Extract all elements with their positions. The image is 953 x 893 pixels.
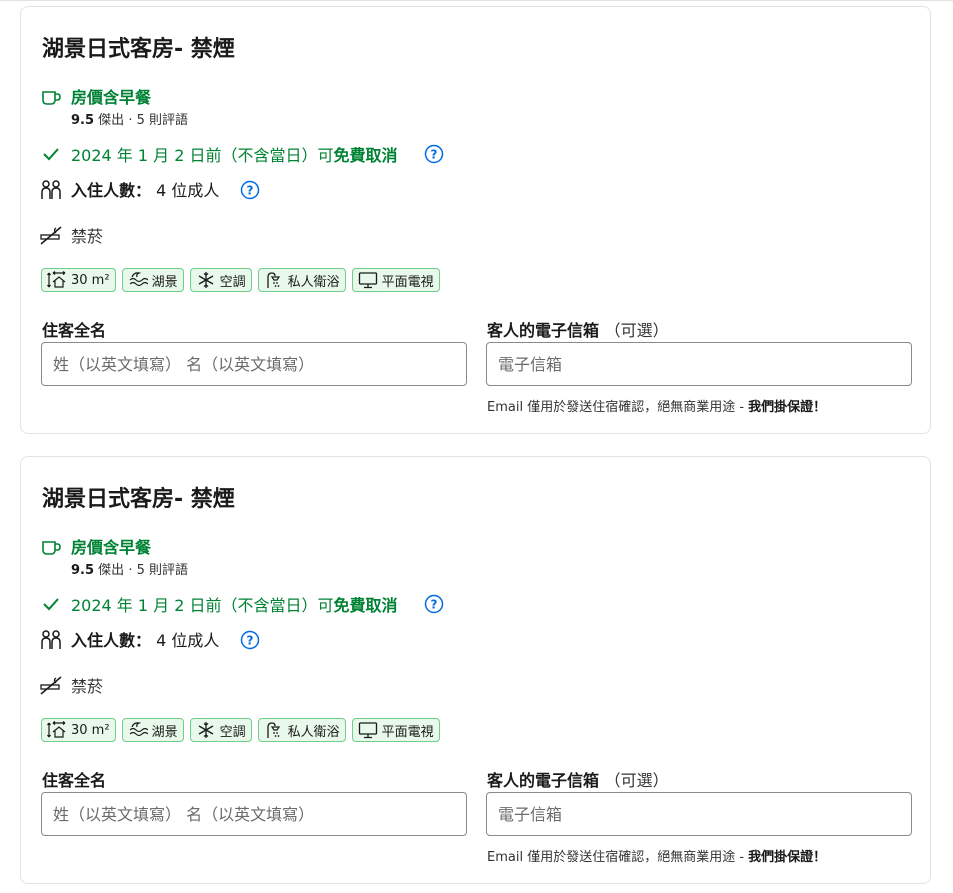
amenity-label: 湖景 (151, 724, 178, 740)
email-label-text: 客人的電子信箱 (487, 771, 600, 790)
cancel-date-text: 2024 年 1 月 2 日前（不含當日）可 (71, 596, 334, 615)
cancel-date-text: 2024 年 1 月 2 日前（不含當日）可 (71, 146, 334, 165)
amenity-label: 空調 (219, 274, 246, 290)
amenities-list: 30 m² 湖景 空調 私人衛浴 平面電視 (41, 268, 440, 294)
lake-view-icon (129, 272, 148, 287)
guest-email-input[interactable] (486, 342, 912, 386)
guest-name-label: 住客全名 (42, 771, 107, 790)
rating-separator: · (128, 113, 133, 128)
amenity-label: 平面電視 (381, 274, 434, 290)
free-cancel-text: 免費取消 (333, 146, 398, 165)
breakfast-label: 房價含早餐 (71, 538, 152, 557)
top-divider (0, 0, 953, 1)
people-icon (41, 630, 61, 649)
rating-word: 傑出 (98, 563, 125, 578)
free-cancel-text: 免費取消 (333, 596, 398, 615)
cancellation-policy: 2024 年 1 月 2 日前（不含當日）可免費取消 (71, 592, 398, 616)
coffee-cup-icon (42, 541, 61, 555)
rating-separator: · (128, 563, 133, 578)
email-note: Email 僅用於發送住宿確認，絕無商業用途 - 我們掛保證！ (487, 396, 826, 415)
snowflake-icon (198, 272, 213, 288)
review-count: 5 則評語 (136, 113, 189, 128)
amenity-label: 私人衛浴 (287, 274, 340, 290)
amenity-tag: 私人衛浴 (257, 718, 346, 742)
rating-word: 傑出 (98, 113, 125, 128)
room-size-icon (47, 271, 66, 288)
no-smoking-icon (40, 226, 62, 245)
room-title: 湖景日式客房- 禁煙 (42, 37, 235, 62)
amenity-tag: 平面電視 (351, 718, 440, 742)
coffee-cup-icon (42, 91, 61, 105)
occupancy-label: 入住人數： (71, 631, 152, 650)
amenity-tag: 空調 (189, 268, 252, 292)
occupancy: 入住人數： 4 位成人 (71, 177, 219, 201)
email-note-guarantee: 我們掛保證！ (748, 400, 827, 415)
shower-icon (266, 722, 280, 738)
amenity-label: 平面電視 (381, 724, 434, 740)
email-note-text: Email 僅用於發送住宿確認，絕無商業用途 - (487, 400, 749, 415)
occupancy: 入住人數： 4 位成人 (71, 627, 219, 651)
amenity-label: 30 m² (71, 272, 110, 288)
amenity-label: 湖景 (151, 274, 178, 290)
smoking-policy: 禁菸 (71, 677, 104, 696)
email-note-text: Email 僅用於發送住宿確認，絕無商業用途 - (487, 850, 749, 865)
question-circle-icon[interactable]: ? (240, 180, 260, 200)
amenity-tag: 湖景 (121, 268, 184, 292)
email-optional-text: （可選） (604, 321, 669, 340)
guest-name-label: 住客全名 (42, 321, 107, 340)
amenity-tag: 空調 (189, 718, 252, 742)
amenity-tag: 30 m² (41, 718, 116, 742)
email-label-text: 客人的電子信箱 (487, 321, 600, 340)
email-optional-text: （可選） (604, 771, 669, 790)
no-smoking-icon (40, 676, 62, 695)
checkmark-icon (43, 148, 59, 161)
amenity-label: 30 m² (71, 722, 110, 738)
svg-text:?: ? (431, 598, 438, 612)
room-card: 湖景日式客房- 禁煙 房價含早餐 9.5 傑出 · 5 則評語 2024 年 1… (20, 456, 931, 884)
amenities-list: 30 m² 湖景 空調 私人衛浴 平面電視 (41, 718, 440, 744)
question-circle-icon[interactable]: ? (424, 144, 444, 164)
cancellation-policy: 2024 年 1 月 2 日前（不含當日）可免費取消 (71, 142, 398, 166)
svg-text:?: ? (247, 184, 254, 198)
question-circle-icon[interactable]: ? (424, 594, 444, 614)
rating-score: 9.5 (71, 563, 95, 578)
room-card: 湖景日式客房- 禁煙 房價含早餐 9.5 傑出 · 5 則評語 2024 年 1… (20, 6, 931, 434)
rating-line: 9.5 傑出 · 5 則評語 (71, 109, 188, 128)
shower-icon (266, 272, 280, 288)
email-note: Email 僅用於發送住宿確認，絕無商業用途 - 我們掛保證！ (487, 846, 826, 865)
amenity-label: 私人衛浴 (287, 724, 340, 740)
guest-email-input[interactable] (486, 792, 912, 836)
guest-name-input[interactable] (41, 342, 467, 386)
tv-icon (358, 722, 377, 739)
room-title: 湖景日式客房- 禁煙 (42, 487, 235, 512)
svg-text:?: ? (431, 148, 438, 162)
occupancy-label: 入住人數： (71, 181, 152, 200)
snowflake-icon (198, 722, 213, 738)
rating-score: 9.5 (71, 113, 95, 128)
review-count: 5 則評語 (136, 563, 189, 578)
guest-email-label: 客人的電子信箱 （可選） (487, 767, 669, 791)
svg-text:?: ? (247, 634, 254, 648)
amenity-tag: 湖景 (121, 718, 184, 742)
smoking-policy: 禁菸 (71, 227, 104, 246)
room-size-icon (47, 721, 66, 738)
people-icon (41, 180, 61, 199)
occupancy-value: 4 位成人 (156, 181, 220, 200)
amenity-label: 空調 (219, 724, 246, 740)
email-note-guarantee: 我們掛保證！ (748, 850, 827, 865)
tv-icon (358, 272, 377, 289)
occupancy-value: 4 位成人 (156, 631, 220, 650)
checkmark-icon (43, 598, 59, 611)
amenity-tag: 私人衛浴 (257, 268, 346, 292)
lake-view-icon (129, 722, 148, 737)
guest-email-label: 客人的電子信箱 （可選） (487, 317, 669, 341)
guest-name-input[interactable] (41, 792, 467, 836)
question-circle-icon[interactable]: ? (240, 630, 260, 650)
amenity-tag: 30 m² (41, 268, 116, 292)
breakfast-label: 房價含早餐 (71, 88, 152, 107)
amenity-tag: 平面電視 (351, 268, 440, 292)
rating-line: 9.5 傑出 · 5 則評語 (71, 559, 188, 578)
